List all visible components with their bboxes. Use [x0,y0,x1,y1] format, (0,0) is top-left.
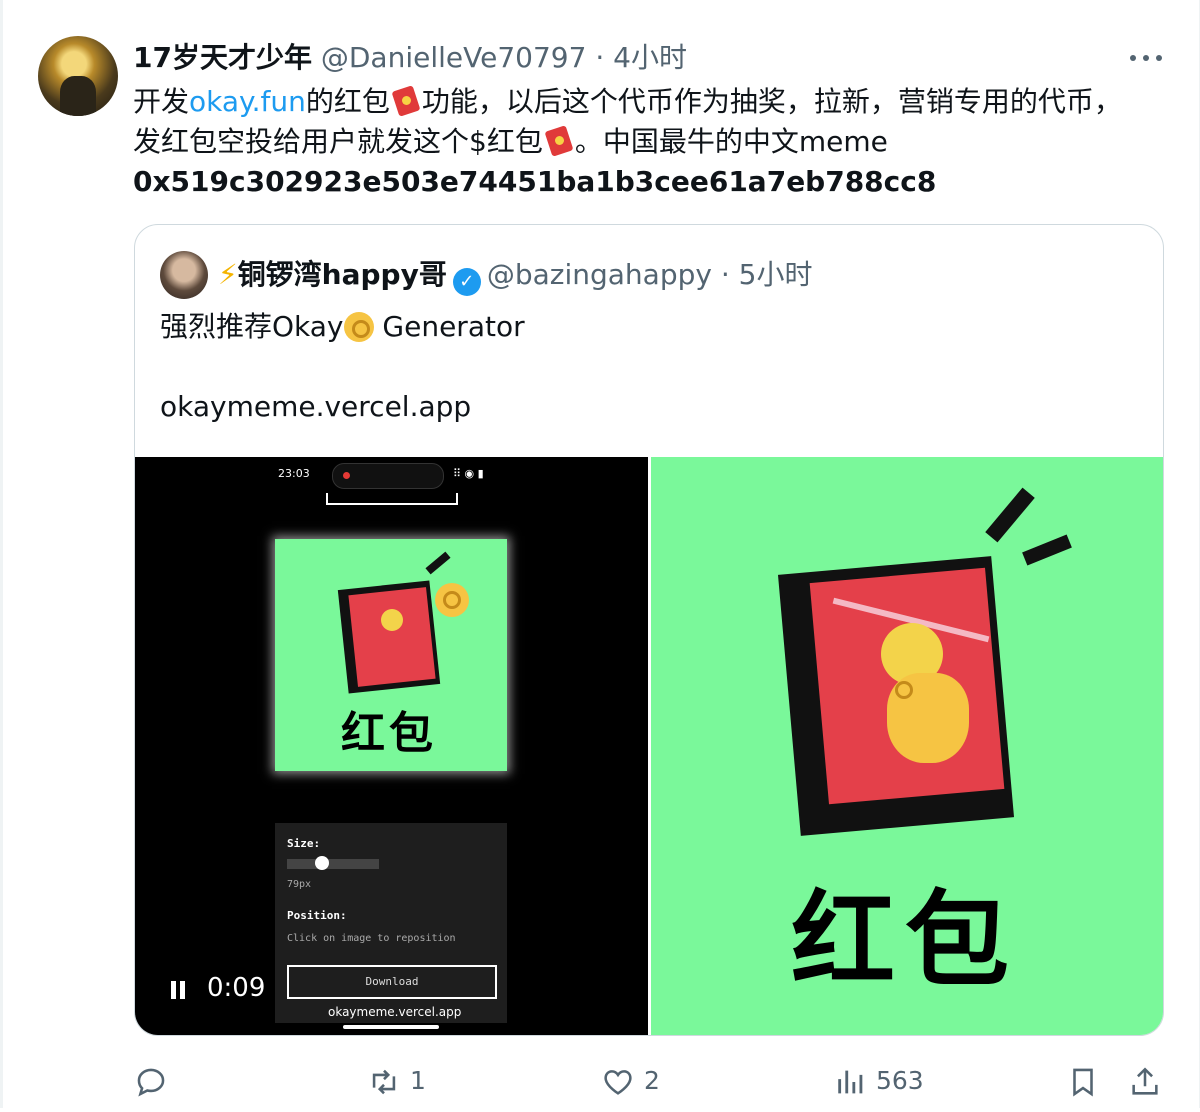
ok-hand-icon [343,312,374,342]
tweet-time[interactable]: 4小时 [613,41,687,74]
retweet-count: 1 [409,1066,426,1095]
size-label: Size: [287,837,321,850]
frame-bracket [326,493,458,505]
lightning-icon: ⚡ [218,258,238,291]
home-indicator [343,1025,439,1029]
author-handle[interactable]: @DanielleVe70797 [321,41,587,74]
spark-mark [1022,534,1072,566]
ok-hand-icon [887,673,969,763]
envelope-coin [381,609,403,631]
meme-preview-card[interactable]: 红包 [275,539,507,771]
tweet-text-part: 开发 [133,85,190,118]
ok-hand-icon [435,583,469,617]
author-avatar[interactable] [38,36,118,116]
share-icon [1132,1067,1158,1095]
retweet-icon [372,1069,396,1095]
tweet-text: 开发okay.fun的红包 功能，以后这个代币作为抽奖，拉新，营销专用的代币，发红… [133,82,1143,202]
bookmark-button[interactable] [1066,1058,1100,1104]
quoted-text-line: 强烈推荐Okay [160,310,344,343]
size-value: 79px [287,879,312,890]
tweet-actions: 1 2 563 [0,1058,1200,1104]
quoted-tweet[interactable]: ⚡铜锣湾happy哥 ✓ @bazingahappy · 5小时 强烈推荐Okay … [134,224,1164,1036]
tweet-text-part: 的红包 [305,85,390,118]
dynamic-island [332,463,444,489]
position-hint: Click on image to reposition [287,933,456,944]
quoted-handle[interactable]: @bazingahappy [487,258,712,291]
position-label: Position: [287,909,347,922]
meme-image[interactable]: 红包 [651,457,1163,1035]
size-slider[interactable] [287,856,379,870]
author-name[interactable]: 17岁天才少年 [133,41,312,74]
more-icon[interactable] [1128,44,1164,72]
contract-address: 0x519c302923e503e74451ba1b3cee61a7eb788c… [133,165,937,198]
video-player[interactable]: 23:03 ⠿ ◉ ▮ 红包 Size: 79px Position: Clic… [135,457,648,1035]
red-envelope-icon [392,86,420,116]
slider-knob[interactable] [314,856,329,870]
retweet-button[interactable]: 1 [366,1058,426,1104]
quoted-text-line: Generator [382,310,525,343]
quoted-time[interactable]: 5小时 [739,258,813,291]
verified-icon: ✓ [452,268,481,296]
status-icons: ⠿ ◉ ▮ [453,467,484,480]
separator-dot: · [720,258,730,291]
tweet-header: 17岁天才少年 @DanielleVe70797 · 4小时 [133,38,687,78]
like-button[interactable]: 2 [600,1058,660,1104]
quoted-header: ⚡铜锣湾happy哥 ✓ @bazingahappy · 5小时 [218,252,813,298]
bookmark-icon [1073,1068,1093,1097]
okay-fun-link[interactable]: okay.fun [189,85,306,118]
tweet-text-part: 。中国最牛的中文meme [574,125,888,158]
quoted-text: 强烈推荐Okay Generator okaymeme.vercel.app [160,307,525,427]
views-icon [838,1070,863,1094]
video-elapsed: 0:09 [207,973,266,1003]
reply-button[interactable] [134,1058,168,1104]
share-button[interactable] [1128,1058,1162,1104]
separator-dot: · [595,41,605,74]
quoted-name[interactable]: 铜锣湾happy哥 [238,258,447,291]
quoted-avatar[interactable] [160,251,208,299]
red-envelope-icon [545,126,573,156]
like-icon [604,1070,632,1095]
quoted-link[interactable]: okaymeme.vercel.app [160,390,471,423]
pause-icon[interactable] [171,981,185,999]
url-bar: okaymeme.vercel.app [328,1005,462,1019]
views-button[interactable]: 563 [834,1058,924,1104]
download-button[interactable]: Download [287,965,497,999]
generator-panel: Size: 79px Position: Click on image to r… [275,823,507,1023]
views-count: 563 [875,1066,924,1095]
reply-icon [137,1068,165,1097]
image-caption: 红包 [791,879,1020,1001]
envelope-body [348,587,436,687]
status-time: 23:03 [278,467,310,480]
spark-mark [985,487,1035,543]
card-caption: 红包 [341,708,437,759]
like-count: 2 [643,1066,660,1095]
spark-mark [425,551,451,575]
